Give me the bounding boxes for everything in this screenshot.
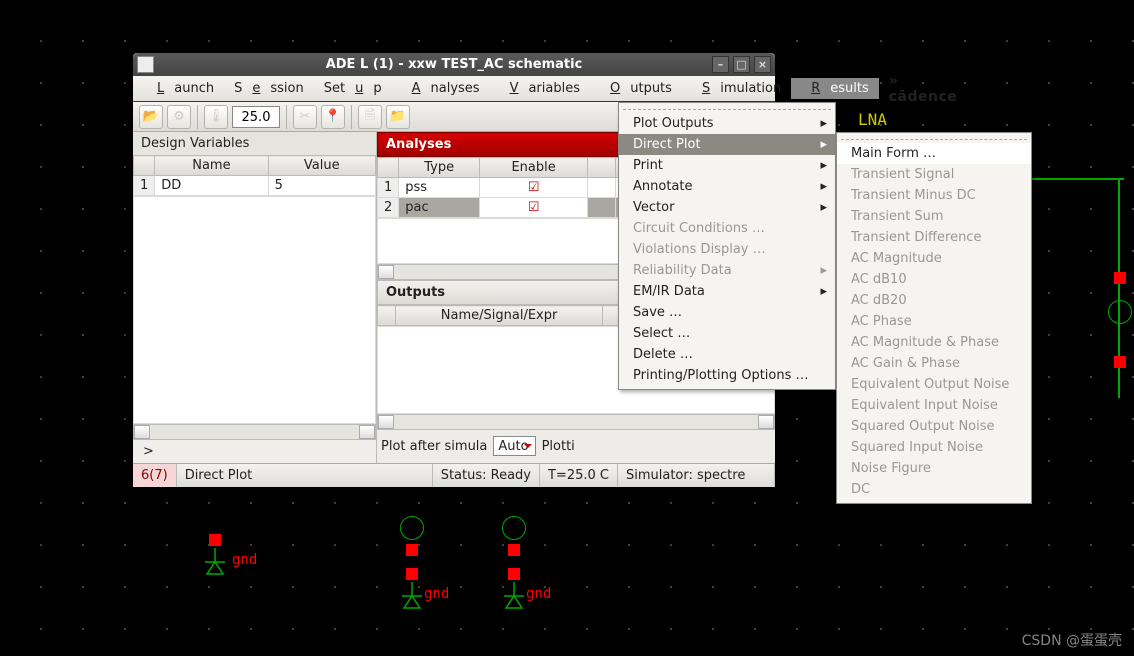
col-value[interactable]: Value — [268, 156, 375, 176]
tool-doc-icon[interactable]: 🗎 — [358, 105, 382, 129]
tool-folder-icon[interactable]: 📁 — [386, 105, 410, 129]
plot-mode-combo[interactable]: Auto — [493, 436, 535, 456]
status-sim: Simulator: spectre — [618, 464, 775, 487]
menu-item[interactable]: EM/IR Data — [619, 281, 835, 302]
col-name[interactable]: Name — [155, 156, 268, 176]
app-icon — [137, 56, 154, 73]
menu-item: Transient Difference — [837, 227, 1031, 248]
menu-item: AC Gain & Phase — [837, 353, 1031, 374]
menu-item[interactable]: Printing/Plotting Options … — [619, 365, 835, 386]
menu-item: AC Phase — [837, 311, 1031, 332]
menu-item: AC dB10 — [837, 269, 1031, 290]
menubar: Launch Session Setup Analyses Variables … — [133, 76, 775, 102]
menu-item[interactable]: Select … — [619, 323, 835, 344]
scrollbar[interactable] — [377, 414, 775, 430]
menu-item[interactable]: Direct Plot — [619, 134, 835, 155]
separator — [286, 105, 287, 129]
menu-item: Transient Signal — [837, 164, 1031, 185]
menu-item: AC Magnitude — [837, 248, 1031, 269]
statusbar: 6(7) Direct Plot Status: Ready T=25.0 C … — [133, 463, 775, 487]
menu-item: AC dB20 — [837, 290, 1031, 311]
minimize-button[interactable]: – — [712, 56, 729, 73]
wire — [1028, 178, 1124, 180]
menu-item[interactable]: Plot Outputs — [619, 113, 835, 134]
menu-item: Transient Sum — [837, 206, 1031, 227]
menu-item[interactable]: Print — [619, 155, 835, 176]
tool-pin-icon[interactable]: 📍 — [321, 105, 345, 129]
schematic-node — [406, 568, 418, 580]
menu-item: Noise Figure — [837, 458, 1031, 479]
window-title: ADE L (1) - xxw TEST_AC schematic — [326, 57, 583, 72]
schematic-node — [1114, 356, 1126, 368]
tool-var-icon[interactable]: ✂ — [293, 105, 317, 129]
status-mode: Direct Plot — [177, 464, 433, 487]
menu-item: Transient Minus DC — [837, 185, 1031, 206]
menu-item: Equivalent Input Noise — [837, 395, 1031, 416]
menu-outputs[interactable]: Outputs — [590, 78, 682, 99]
schematic-node — [209, 534, 221, 546]
status-temp: T=25.0 C — [540, 464, 618, 487]
menu-item: Reliability Data — [619, 260, 835, 281]
brand-logo: cādence — [879, 70, 968, 108]
table-row[interactable]: 1 DD 5 — [134, 176, 376, 196]
menu-setup[interactable]: Setup — [314, 78, 392, 99]
design-variables-table[interactable]: Name Value 1 DD 5 — [133, 155, 376, 196]
schematic-node — [406, 544, 418, 556]
schematic-source — [400, 516, 424, 540]
menu-item: Violations Display … — [619, 239, 835, 260]
gnd-label: gnd — [424, 586, 449, 602]
maximize-button[interactable]: □ — [733, 56, 750, 73]
gnd-icon — [499, 582, 529, 612]
menu-item[interactable]: Vector — [619, 197, 835, 218]
schematic-node — [508, 544, 520, 556]
menu-item: DC — [837, 479, 1031, 500]
menu-item[interactable]: Delete … — [619, 344, 835, 365]
tool-thermometer-icon[interactable]: 🌡 — [204, 105, 228, 129]
menu-item: Circuit Conditions … — [619, 218, 835, 239]
menu-item[interactable]: Annotate — [619, 176, 835, 197]
gnd-label: gnd — [232, 552, 257, 568]
status-ready: Status: Ready — [433, 464, 540, 487]
menu-analyses[interactable]: Analyses — [392, 78, 490, 99]
titlebar[interactable]: ADE L (1) - xxw TEST_AC schematic – □ × — [133, 53, 775, 76]
menu-variables[interactable]: Variables — [490, 78, 590, 99]
schematic-source — [502, 516, 526, 540]
schematic-node — [508, 568, 520, 580]
menu-item: Equivalent Output Noise — [837, 374, 1031, 395]
plot-mode-row: Plot after simula Auto Plotti — [377, 430, 775, 462]
close-button[interactable]: × — [754, 56, 771, 73]
col-blank — [134, 156, 155, 176]
menu-item[interactable]: Main Form … — [837, 143, 1031, 164]
separator — [351, 105, 352, 129]
menu-item: AC Magnitude & Phase — [837, 332, 1031, 353]
results-menu: Plot OutputsDirect PlotPrintAnnotateVect… — [618, 102, 836, 390]
direct-plot-submenu: Main Form …Transient SignalTransient Min… — [836, 132, 1032, 504]
menu-launch[interactable]: Launch — [137, 78, 224, 99]
schematic-source — [1108, 300, 1132, 324]
menu-item[interactable]: Save … — [619, 302, 835, 323]
tool-open-icon[interactable]: 📂 — [139, 105, 163, 129]
menu-item: Squared Output Noise — [837, 416, 1031, 437]
command-prompt[interactable]: > — [133, 440, 376, 463]
scrollbar[interactable] — [133, 424, 376, 440]
schematic-node — [1114, 272, 1126, 284]
tool-gear-icon[interactable]: ⚙ — [167, 105, 191, 129]
menu-simulation[interactable]: Simulation — [682, 78, 791, 99]
menu-item: Squared Input Noise — [837, 437, 1031, 458]
separator — [197, 105, 198, 129]
gnd-icon — [200, 548, 230, 578]
gnd-icon — [397, 582, 427, 612]
menu-session[interactable]: Session — [224, 78, 314, 99]
temperature-input[interactable]: 25.0 — [232, 106, 280, 128]
status-mouse: 6(7) — [133, 464, 177, 487]
watermark: CSDN @蛋蛋壳 — [1022, 630, 1122, 650]
schematic-label-lna: LNA — [858, 110, 887, 129]
gnd-label: gnd — [526, 586, 551, 602]
design-variables-title: Design Variables — [133, 132, 376, 155]
design-variables-empty — [133, 196, 376, 424]
menu-results[interactable]: Results — [791, 78, 879, 99]
